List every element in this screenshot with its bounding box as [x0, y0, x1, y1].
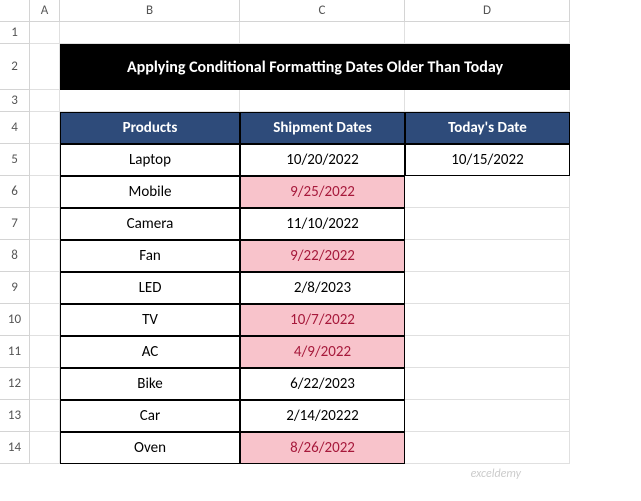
row-header-1[interactable]: 1: [0, 22, 30, 44]
date-6[interactable]: 4/9/2022: [240, 336, 405, 368]
row-header-14[interactable]: 14: [0, 432, 30, 464]
cell-d11[interactable]: [405, 336, 570, 368]
cell-b3[interactable]: [60, 90, 240, 112]
product-6[interactable]: AC: [60, 336, 240, 368]
cell-d1[interactable]: [405, 22, 570, 44]
date-3[interactable]: 9/22/2022: [240, 240, 405, 272]
product-0[interactable]: Laptop: [60, 144, 240, 176]
date-5[interactable]: 10/7/2022: [240, 304, 405, 336]
row-header-5[interactable]: 5: [0, 144, 30, 176]
header-shipment[interactable]: Shipment Dates: [240, 112, 405, 144]
cell-d14[interactable]: [405, 432, 570, 464]
todays-date-cell[interactable]: 10/15/2022: [405, 144, 570, 176]
col-header-a[interactable]: A: [30, 0, 60, 22]
cell-a3[interactable]: [30, 90, 60, 112]
cell-d13[interactable]: [405, 400, 570, 432]
date-0[interactable]: 10/20/2022: [240, 144, 405, 176]
cell-d10[interactable]: [405, 304, 570, 336]
row-header-11[interactable]: 11: [0, 336, 30, 368]
watermark: exceldemy: [471, 467, 521, 481]
row-header-10[interactable]: 10: [0, 304, 30, 336]
cell-c1[interactable]: [240, 22, 405, 44]
cell-d12[interactable]: [405, 368, 570, 400]
cell-a11[interactable]: [30, 336, 60, 368]
cell-a14[interactable]: [30, 432, 60, 464]
cell-b1[interactable]: [60, 22, 240, 44]
row-header-4[interactable]: 4: [0, 112, 30, 144]
cell-a13[interactable]: [30, 400, 60, 432]
cell-d7[interactable]: [405, 208, 570, 240]
date-9[interactable]: 8/26/2022: [240, 432, 405, 464]
date-8[interactable]: 2/14/20222: [240, 400, 405, 432]
product-2[interactable]: Camera: [60, 208, 240, 240]
row-header-7[interactable]: 7: [0, 208, 30, 240]
date-4[interactable]: 2/8/2023: [240, 272, 405, 304]
product-8[interactable]: Car: [60, 400, 240, 432]
cell-d9[interactable]: [405, 272, 570, 304]
product-5[interactable]: TV: [60, 304, 240, 336]
row-header-6[interactable]: 6: [0, 176, 30, 208]
col-header-b[interactable]: B: [60, 0, 240, 22]
header-today[interactable]: Today's Date: [405, 112, 570, 144]
cell-c3[interactable]: [240, 90, 405, 112]
row-header-2[interactable]: 2: [0, 44, 30, 90]
product-9[interactable]: Oven: [60, 432, 240, 464]
title-cell[interactable]: Applying Conditional Formatting Dates Ol…: [60, 44, 570, 90]
cell-a1[interactable]: [30, 22, 60, 44]
header-products[interactable]: Products: [60, 112, 240, 144]
col-header-c[interactable]: C: [240, 0, 405, 22]
row-header-8[interactable]: 8: [0, 240, 30, 272]
product-3[interactable]: Fan: [60, 240, 240, 272]
row-header-3[interactable]: 3: [0, 90, 30, 112]
product-7[interactable]: Bike: [60, 368, 240, 400]
spreadsheet-grid: A B C D 1 2 Applying Conditional Formatt…: [0, 0, 641, 464]
date-2[interactable]: 11/10/2022: [240, 208, 405, 240]
cell-d8[interactable]: [405, 240, 570, 272]
row-header-13[interactable]: 13: [0, 400, 30, 432]
row-header-9[interactable]: 9: [0, 272, 30, 304]
cell-a2[interactable]: [30, 44, 60, 90]
cell-a9[interactable]: [30, 272, 60, 304]
row-header-12[interactable]: 12: [0, 368, 30, 400]
cell-a7[interactable]: [30, 208, 60, 240]
cell-d3[interactable]: [405, 90, 570, 112]
cell-a4[interactable]: [30, 112, 60, 144]
col-header-d[interactable]: D: [405, 0, 570, 22]
cell-a6[interactable]: [30, 176, 60, 208]
date-1[interactable]: 9/25/2022: [240, 176, 405, 208]
date-7[interactable]: 6/22/2023: [240, 368, 405, 400]
cell-d6[interactable]: [405, 176, 570, 208]
cell-a12[interactable]: [30, 368, 60, 400]
product-4[interactable]: LED: [60, 272, 240, 304]
cell-a8[interactable]: [30, 240, 60, 272]
grid-corner: [0, 0, 30, 22]
cell-a5[interactable]: [30, 144, 60, 176]
cell-a10[interactable]: [30, 304, 60, 336]
product-1[interactable]: Mobile: [60, 176, 240, 208]
